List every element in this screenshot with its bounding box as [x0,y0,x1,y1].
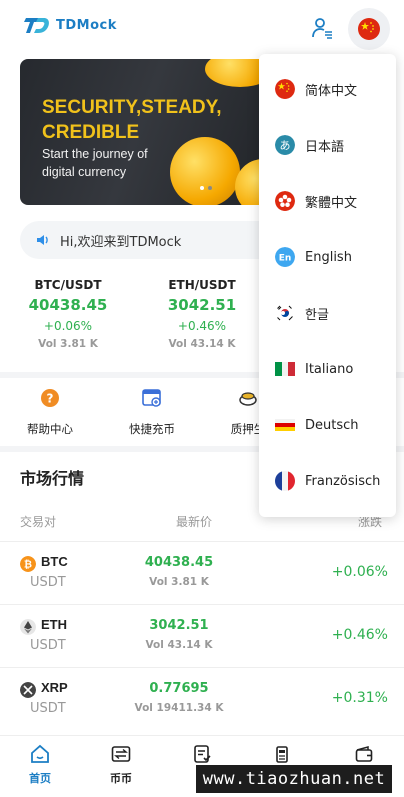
promo-banner[interactable]: SECURITY,STEADY, CREDIBLE Start the jour… [20,59,288,205]
banner-subtitle: Start the journey of digital currency [42,147,148,179]
market-change: +0.06% [331,564,388,580]
coin-decoration [170,137,240,205]
language-option-de[interactable]: Deutsch [259,397,396,453]
language-option-zh-cn[interactable]: 简体中文 [259,61,396,117]
col-header-pair: 交易对 [20,515,57,529]
notice-text: Hi,欢迎来到TDMock [60,234,182,250]
ticker-pair: BTC/USDT [34,278,102,292]
svg-text:?: ? [47,392,54,406]
btc-icon: ₿ [20,556,36,572]
pagination-dot[interactable] [200,186,204,190]
ticker-pair: ETH/USDT [168,278,236,292]
language-label: Französisch [305,473,381,489]
ticker-card-eth[interactable]: ETH/USDT 3042.51 +0.46% Vol 43.14 K [147,278,257,350]
language-switch-button[interactable] [348,8,390,50]
kr-flag-icon [275,303,295,323]
market-volume: Vol 19411.34 K [134,702,224,714]
cn-flag-icon [358,18,380,40]
logo-icon [24,18,49,33]
quick-action-label: 帮助中心 [27,422,73,436]
ticker-change: +0.46% [177,319,227,333]
banner-pagination[interactable] [200,186,212,190]
market-base: XRP [41,680,68,695]
language-option-ko[interactable]: 한글 [259,285,396,341]
market-row-eth[interactable]: ETH USDT 3042.51 Vol 43.14 K +0.46% [0,605,404,667]
market-base: BTC [41,554,68,569]
language-label: 한글 [305,307,329,323]
svg-text:₿: ₿ [24,559,32,571]
tab-home[interactable]: 首页 [0,744,80,786]
market-row-btc[interactable]: ₿ BTC USDT 40438.45 Vol 3.81 K +0.06% [0,542,404,604]
app-header: TDMock [0,0,404,52]
language-dropdown: 简体中文 あ 日本語 繁體中文 En English 한글 Italiano D… [259,54,396,517]
hk-flag-icon [275,191,295,211]
home-icon [31,744,49,763]
it-flag-icon [275,362,295,376]
site-watermark: www.tiaozhuan.net [196,765,392,793]
en-flag-icon: En [275,247,295,267]
col-header-price: 最新价 [176,515,213,529]
market-change: +0.46% [331,627,388,643]
language-label: 繁體中文 [305,195,358,211]
market-quote: USDT [30,701,66,716]
language-option-it[interactable]: Italiano [259,341,396,397]
banner-headline: SECURITY,STEADY, CREDIBLE [42,97,222,143]
ticker-change: +0.06% [43,319,93,333]
ticker-volume: Vol 43.14 K [168,338,236,350]
market-price: 0.77695 [149,681,209,696]
market-quote: USDT [30,638,66,653]
ticker-volume: Vol 3.81 K [38,338,98,350]
deposit-icon [142,389,161,407]
tab-label: 币币 [110,772,132,785]
logo-text: TDMock [56,17,117,33]
wallet-icon [355,746,373,762]
market-volume: Vol 43.14 K [145,639,213,651]
ticker-price: 40438.45 [28,296,108,314]
logo[interactable]: TDMock [24,14,117,36]
staking-icon [239,392,257,406]
language-option-fr[interactable]: Französisch [259,453,396,509]
quick-action-help[interactable]: ? 帮助中心 [0,388,100,437]
contract-icon [276,746,288,763]
market-base: ETH [41,617,67,632]
cn-flag-icon [275,79,295,99]
market-row-xrp[interactable]: XRP USDT 0.77695 Vol 19411.34 K +0.31% [0,668,404,730]
market-price: 40438.45 [144,555,214,570]
language-label: 日本語 [305,139,345,155]
ticker-price: 3042.51 [167,296,237,314]
eth-icon [20,619,36,635]
market-volume: Vol 3.81 K [149,576,209,588]
market-quote: USDT [30,575,66,590]
orders-icon [194,745,211,763]
svg-text:En: En [279,254,292,264]
quick-action-label: 快捷充币 [129,422,175,436]
help-icon: ? [41,389,59,407]
language-label: Italiano [305,361,354,377]
exchange-icon [111,746,131,762]
speaker-icon [37,235,48,245]
svg-text:あ: あ [280,139,291,152]
tab-label: 首页 [29,772,51,785]
ticker-card-btc[interactable]: BTC/USDT 40438.45 +0.06% Vol 3.81 K [13,278,123,350]
market-price: 3042.51 [149,618,209,633]
fr-flag-icon [275,471,295,491]
quick-action-deposit[interactable]: 快捷充币 [102,388,202,437]
language-option-en[interactable]: En English [259,229,396,285]
market-title: 市场行情 [20,469,85,488]
market-change: +0.31% [331,690,388,706]
tab-exchange[interactable]: 币币 [81,744,161,786]
language-label: 简体中文 [305,83,358,99]
language-label: Deutsch [305,417,359,433]
language-option-zh-tw[interactable]: 繁體中文 [259,173,396,229]
language-label: English [305,249,352,265]
de-flag-icon [275,419,295,431]
language-option-ja[interactable]: あ 日本語 [259,117,396,173]
jp-flag-icon: あ [275,135,295,155]
xrp-icon [20,682,36,698]
pagination-dot[interactable] [208,186,212,190]
notice-bar[interactable]: Hi,欢迎来到TDMock [20,221,284,259]
user-menu-icon[interactable] [310,16,334,40]
